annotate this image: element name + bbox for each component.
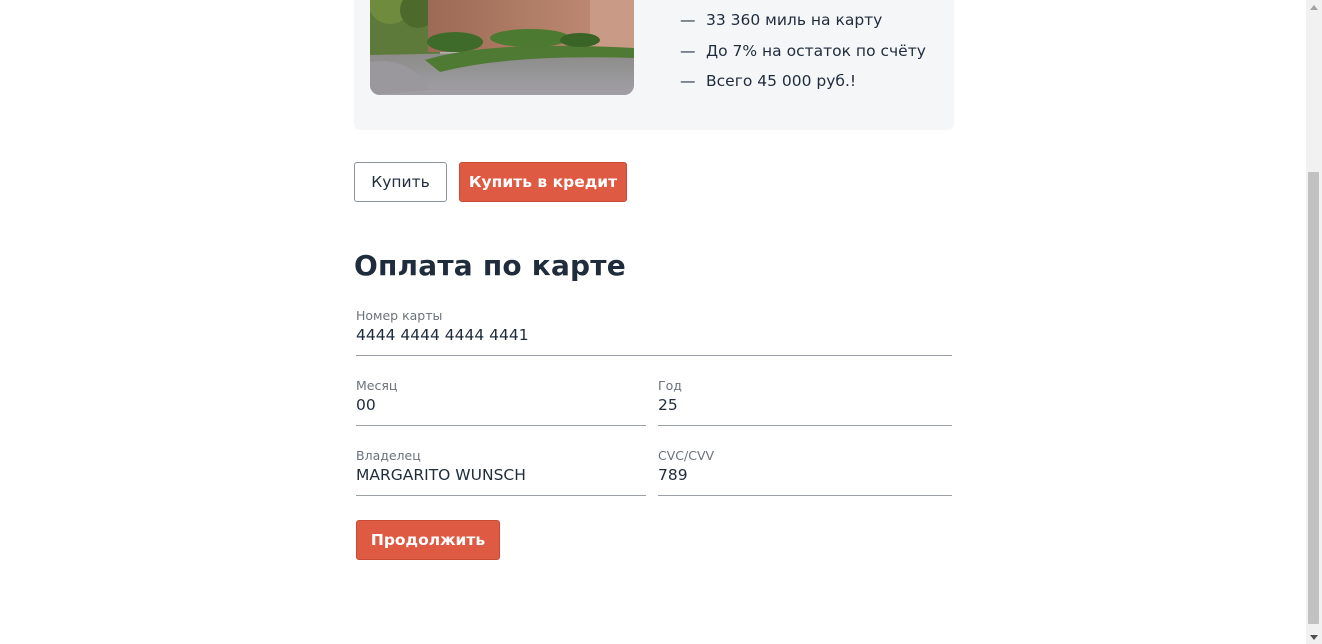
cvc-input[interactable]: 789 bbox=[658, 466, 688, 484]
scroll-up-arrow-icon[interactable] bbox=[1306, 0, 1322, 14]
buy-credit-button[interactable]: Купить в кредит bbox=[459, 162, 627, 202]
feature-list: — 33 360 миль на карту — До 7% на остато… bbox=[680, 10, 926, 102]
owner-field[interactable]: Владелец MARGARITO WUNSCH bbox=[356, 448, 646, 496]
feature-dash: — bbox=[680, 11, 696, 29]
promo-card: — 33 360 миль на карту — До 7% на остато… bbox=[354, 0, 954, 130]
month-input[interactable]: 00 bbox=[356, 396, 376, 414]
year-input[interactable]: 25 bbox=[658, 396, 678, 414]
scrollbar[interactable] bbox=[1306, 0, 1322, 644]
month-label: Месяц bbox=[356, 378, 398, 393]
card-number-label: Номер карты bbox=[356, 308, 443, 323]
feature-item: — 33 360 миль на карту bbox=[680, 10, 926, 41]
card-number-field[interactable]: Номер карты 4444 4444 4444 4441 bbox=[356, 308, 952, 356]
feature-item: — Всего 45 000 руб.! bbox=[680, 71, 926, 102]
cvc-label: CVC/CVV bbox=[658, 448, 715, 463]
scroll-down-arrow-icon[interactable] bbox=[1306, 630, 1322, 644]
owner-input[interactable]: MARGARITO WUNSCH bbox=[356, 466, 526, 484]
feature-dash: — bbox=[680, 41, 696, 60]
page: — 33 360 миль на карту — До 7% на остато… bbox=[0, 0, 1306, 644]
feature-text: 33 360 миль на карту bbox=[706, 11, 883, 29]
buy-button[interactable]: Купить bbox=[354, 162, 447, 202]
feature-text: Всего 45 000 руб.! bbox=[706, 72, 857, 90]
payment-title: Оплата по карте bbox=[354, 249, 626, 282]
cvc-field[interactable]: CVC/CVV 789 bbox=[658, 448, 952, 496]
feature-item: — До 7% на остаток по счёту bbox=[680, 41, 926, 72]
year-label: Год bbox=[658, 378, 682, 393]
scrollbar-thumb[interactable] bbox=[1308, 172, 1319, 624]
month-field[interactable]: Месяц 00 bbox=[356, 378, 646, 426]
promo-image bbox=[370, 0, 634, 95]
continue-button[interactable]: Продолжить bbox=[356, 520, 500, 560]
year-field[interactable]: Год 25 bbox=[658, 378, 952, 426]
feature-dash: — bbox=[680, 72, 696, 90]
feature-text: До 7% на остаток по счёту bbox=[706, 41, 926, 60]
owner-label: Владелец bbox=[356, 448, 421, 463]
card-number-input[interactable]: 4444 4444 4444 4441 bbox=[356, 326, 529, 344]
